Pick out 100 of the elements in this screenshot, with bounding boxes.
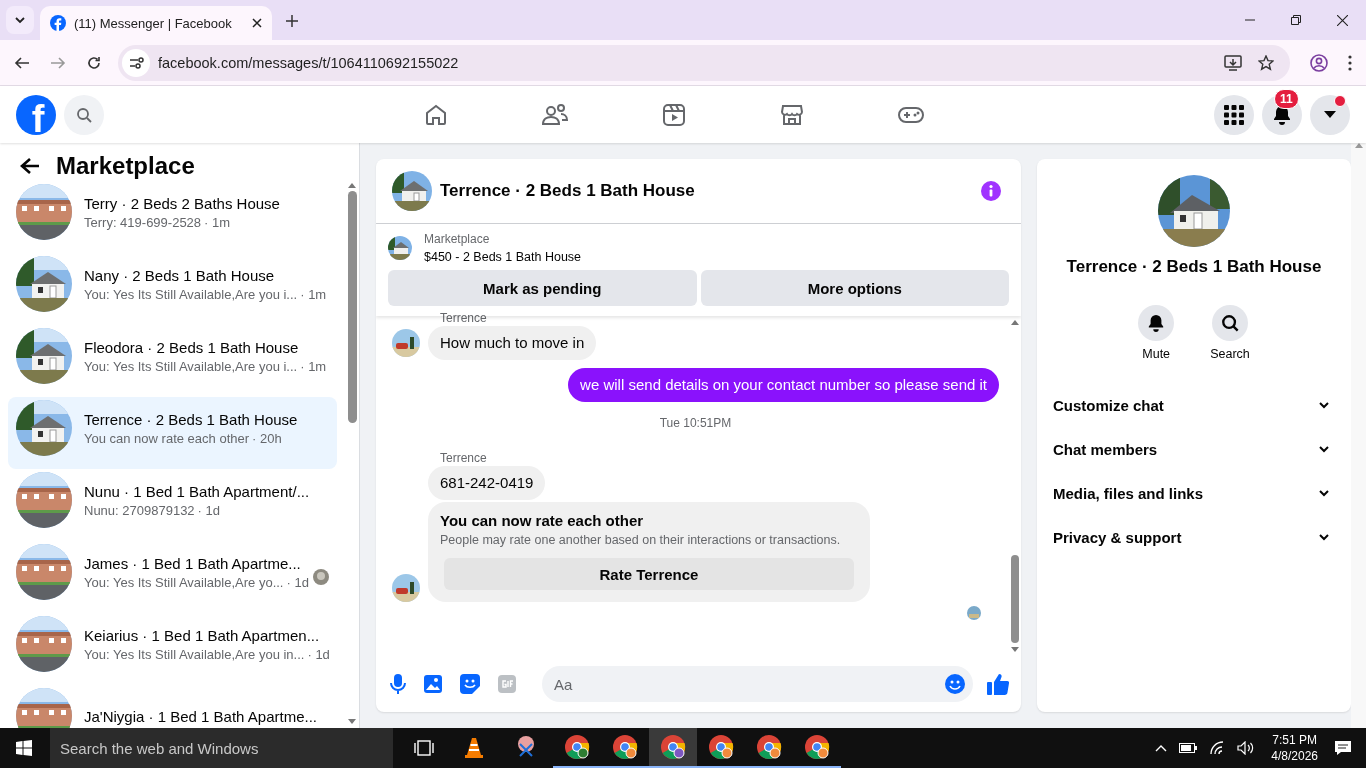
star-icon[interactable] bbox=[1258, 54, 1274, 71]
emoji-icon[interactable] bbox=[945, 674, 965, 694]
message-timestamp: Tue 10:51PM bbox=[659, 416, 732, 430]
store-icon[interactable] bbox=[780, 102, 804, 127]
close-icon[interactable] bbox=[252, 18, 262, 28]
chrome-icon[interactable] bbox=[756, 734, 782, 760]
rate-button[interactable]: Rate Terrence bbox=[444, 558, 854, 590]
message-bubble: How much to move in bbox=[428, 326, 597, 360]
section-header[interactable]: Media, files and links bbox=[1053, 471, 1335, 515]
message-field[interactable]: Aa bbox=[542, 666, 973, 702]
sticker-icon[interactable] bbox=[460, 674, 480, 694]
conversation-name: Nany · 2 Beds 1 Bath House bbox=[84, 266, 276, 284]
home-icon[interactable] bbox=[424, 102, 448, 127]
conversation-preview: Terry: 419-699-2528 bbox=[84, 214, 202, 230]
conversation-time: · 1d bbox=[307, 646, 330, 662]
clock-date[interactable]: 4/8/2026 bbox=[1271, 748, 1318, 764]
conversation-item[interactable]: Keiarius · 1 Bed 1 Bath Apartmen... You: Yes Its Still Available,Are you in... · 1d bbox=[8, 613, 337, 685]
info-icon[interactable] bbox=[981, 181, 1001, 201]
conversation-item[interactable]: Nany · 2 Beds 1 Bath House You: Yes Its Still Available,Are you i... · 1m bbox=[8, 253, 337, 325]
conversation-time: · 1m bbox=[300, 286, 327, 302]
close-icon[interactable] bbox=[1337, 14, 1348, 26]
search-icon bbox=[76, 106, 92, 123]
section-header[interactable]: Privacy & support bbox=[1053, 515, 1335, 559]
rating-title: You can now rate each other bbox=[440, 512, 645, 529]
bell-icon bbox=[1147, 314, 1166, 332]
search-field[interactable]: Search the web and Windows bbox=[50, 728, 393, 768]
gaming-icon[interactable] bbox=[898, 104, 924, 125]
scroll-thumb[interactable] bbox=[347, 191, 357, 423]
conversation-preview: Nunu: 2709879132 bbox=[84, 502, 195, 518]
scroll-up-icon[interactable] bbox=[1011, 320, 1019, 325]
wifi-icon[interactable] bbox=[1209, 741, 1226, 755]
chrome-icon[interactable] bbox=[660, 734, 686, 760]
conversation-preview: You: Yes Its Still Available,Are you in... bbox=[84, 646, 305, 662]
apps-menu-button[interactable] bbox=[1214, 94, 1254, 135]
restore-icon[interactable] bbox=[1291, 14, 1301, 25]
chat-title: Terrence · 2 Beds 1 Bath House bbox=[440, 181, 696, 201]
reload-icon[interactable] bbox=[86, 54, 102, 71]
scroll-up-icon[interactable] bbox=[348, 183, 356, 188]
battery-icon[interactable] bbox=[1179, 743, 1198, 753]
scroll-thumb[interactable] bbox=[1011, 555, 1019, 643]
install-icon[interactable] bbox=[1224, 54, 1242, 71]
chevron-down-icon bbox=[1319, 489, 1329, 497]
tab-list-button[interactable] bbox=[6, 6, 34, 34]
message-bubble: 681-242-0419 bbox=[428, 466, 546, 500]
back-icon[interactable] bbox=[14, 54, 30, 71]
image-icon[interactable] bbox=[424, 675, 442, 693]
volume-icon[interactable] bbox=[1237, 741, 1256, 755]
like-icon[interactable] bbox=[987, 673, 1009, 695]
chevron-down-icon bbox=[1319, 401, 1329, 409]
message-bubble: we will send details on your contact number so please send it bbox=[568, 368, 999, 402]
conversation-time: · 20h bbox=[252, 430, 282, 446]
facebook-logo[interactable]: f bbox=[16, 94, 56, 135]
menu-icon[interactable] bbox=[1348, 54, 1352, 71]
conversation-preview: You can now rate each other bbox=[84, 430, 250, 446]
section-header[interactable]: Customize chat bbox=[1053, 383, 1335, 427]
grid-icon bbox=[1224, 104, 1244, 125]
listing-button[interactable]: Mark as pending bbox=[388, 270, 697, 306]
conversation-item[interactable]: James · 1 Bed 1 Bath Apartme... You: Yes Its Still Available,Are yo... · 1d bbox=[8, 541, 337, 613]
clock-time[interactable]: 7:51 PM bbox=[1272, 732, 1317, 748]
conversation-name: Fleodora · 2 Beds 1 Bath House bbox=[84, 338, 300, 356]
mute-button[interactable] bbox=[1138, 305, 1175, 341]
microphone-icon[interactable] bbox=[390, 674, 406, 694]
profile-icon[interactable] bbox=[1310, 53, 1328, 72]
windows-start-icon[interactable] bbox=[16, 740, 32, 756]
conversation-time: · 1d bbox=[197, 502, 220, 518]
new-tab-icon[interactable] bbox=[286, 15, 298, 27]
traffic-cone-icon[interactable] bbox=[464, 737, 484, 759]
chrome-icon[interactable] bbox=[804, 734, 830, 760]
rating-text: People may rate one another based on their interactions or transactions. bbox=[440, 533, 842, 547]
friends-icon[interactable] bbox=[542, 102, 568, 127]
browser-tab[interactable]: (11) Messenger | Facebook bbox=[40, 6, 272, 40]
sender-name: Terrence bbox=[440, 452, 488, 464]
section-header[interactable]: Chat members bbox=[1053, 427, 1335, 471]
site-settings-icon[interactable] bbox=[122, 48, 150, 77]
chevron-up-icon[interactable] bbox=[1155, 744, 1168, 752]
conversation-item[interactable]: Terry · 2 Beds 2 Baths House Terry: 419-699-2528 · 1m bbox=[8, 181, 337, 253]
forward-icon[interactable] bbox=[50, 54, 66, 71]
task-view-icon[interactable] bbox=[414, 740, 434, 756]
conversation-item[interactable]: Terrence · 2 Beds 1 Bath House You can now rate each other · 20h bbox=[8, 397, 337, 469]
video-icon[interactable] bbox=[662, 102, 686, 127]
conversation-time: · 1m bbox=[204, 214, 231, 230]
account-button[interactable] bbox=[1310, 94, 1350, 135]
chrome-icon[interactable] bbox=[708, 734, 734, 760]
sender-name: Terrence bbox=[440, 312, 488, 324]
back-arrow-icon[interactable] bbox=[20, 157, 40, 175]
conversation-item[interactable]: Nunu · 1 Bed 1 Bath Apartment/... Nunu: 2709879132 · 1d bbox=[8, 469, 337, 541]
conversation-time: · 1d bbox=[286, 574, 309, 590]
scroll-down-icon[interactable] bbox=[1011, 647, 1019, 652]
search-button[interactable] bbox=[1212, 305, 1248, 341]
chrome-icon[interactable] bbox=[612, 734, 638, 760]
chrome-icon[interactable] bbox=[564, 734, 590, 760]
conversation-item[interactable]: Fleodora · 2 Beds 1 Bath House You: Yes Its Still Available,Are you i... · 1m bbox=[8, 325, 337, 397]
scroll-down-icon[interactable] bbox=[348, 719, 356, 724]
tab-title: (11) Messenger | Facebook bbox=[74, 15, 233, 31]
chevron-down-icon bbox=[1319, 533, 1329, 541]
conversation-preview: You: Yes Its Still Available,Are yo... bbox=[84, 574, 284, 590]
sidebar-title: Marketplace bbox=[56, 151, 195, 181]
notification-center-icon[interactable] bbox=[1334, 740, 1352, 756]
listing-button[interactable]: More options bbox=[700, 270, 1009, 306]
address-field[interactable]: facebook.com/messages/t/1064110692155022 bbox=[118, 44, 1290, 81]
